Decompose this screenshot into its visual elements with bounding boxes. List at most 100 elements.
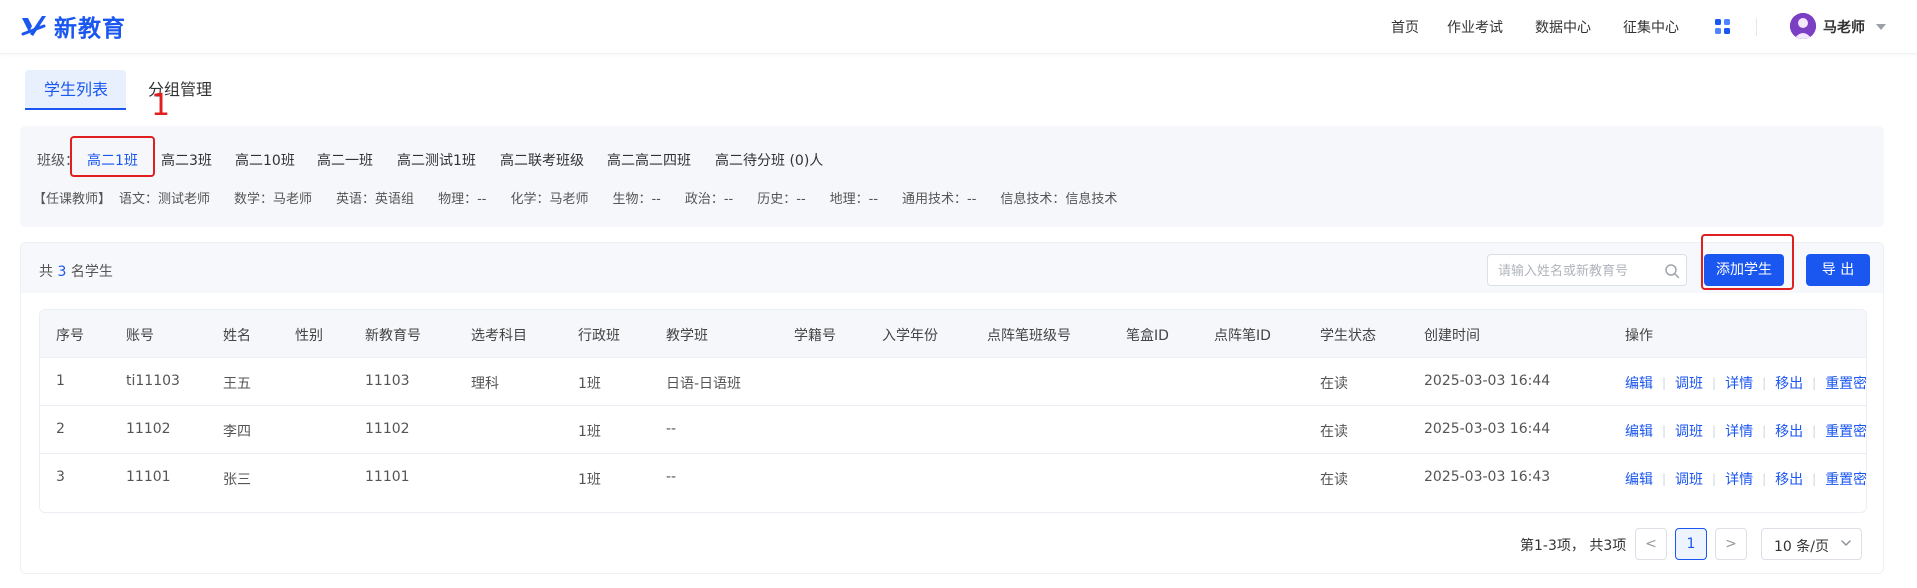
teacher-item: 化学：马老师: [510, 192, 589, 207]
teacher-item: 信息技术：信息技术: [1000, 192, 1118, 207]
class-option[interactable]: 高二10班: [235, 150, 295, 170]
cell-account: ti11103: [126, 373, 180, 389]
cell-name: 张三: [223, 472, 251, 488]
teacher-item: 物理：--: [438, 192, 487, 207]
teacher-item: 生物：--: [612, 192, 661, 207]
column-header: 教学班: [666, 328, 708, 344]
action-separator: |: [1662, 424, 1667, 438]
tab-student-list[interactable]: 学生列表: [25, 70, 126, 110]
search-input[interactable]: [1498, 261, 1658, 281]
user-name[interactable]: 马老师: [1823, 17, 1865, 37]
prev-page-button[interactable]: <: [1635, 528, 1667, 560]
table-row: 1 ti11103 王五 11103 理科 1班 日语-日语班 在读 2025-…: [40, 358, 1866, 406]
action-separator: |: [1762, 376, 1767, 390]
nav-collection-center[interactable]: 征集中心: [1623, 17, 1679, 37]
page-size-select[interactable]: 10 条/页: [1761, 528, 1862, 560]
column-header: 学籍号: [794, 328, 836, 344]
next-page-button[interactable]: >: [1715, 528, 1747, 560]
teacher-item: 通用技术：--: [902, 192, 977, 207]
class-option[interactable]: 高二测试1班: [397, 150, 476, 170]
column-header: 性别: [295, 328, 323, 344]
column-header: 操作: [1625, 328, 1653, 344]
transfer-class-link[interactable]: 调班: [1675, 469, 1703, 489]
apps-grid-icon[interactable]: [1715, 19, 1730, 34]
count-number: 3: [57, 264, 67, 280]
cell-index: 3: [56, 469, 65, 485]
teacher-heading: 【任课教师】: [33, 192, 112, 207]
pagination-total: 第1-3项， 共3项: [1520, 538, 1627, 554]
cell-index: 1: [56, 373, 65, 389]
caret-down-icon[interactable]: [1876, 24, 1886, 30]
class-option[interactable]: 高二高二四班: [607, 150, 691, 170]
cell-name: 王五: [223, 376, 251, 392]
column-header: 序号: [56, 328, 84, 344]
avatar-image-icon: [1790, 13, 1816, 39]
top-nav-bar: 新教育 首页 作业考试 数据中心 征集中心 马老师: [0, 0, 1917, 54]
teacher-list: 【任课教师】 语文：测试老师 数学：马老师 英语：英语组 物理：-- 化学：马老…: [33, 188, 1141, 207]
action-separator: |: [1812, 376, 1817, 390]
column-header: 入学年份: [882, 328, 938, 344]
search-box: [1487, 254, 1687, 286]
nav-home[interactable]: 首页: [1391, 17, 1419, 37]
cell-admin-class: 1班: [578, 472, 601, 488]
nav-homework-exam[interactable]: 作业考试: [1447, 17, 1503, 37]
tab-group-management[interactable]: 分组管理: [129, 70, 231, 110]
cell-edu-no: 11102: [365, 421, 410, 437]
table-header-row: 序号 账号 姓名 性别 新教育号 选考科目 行政班 教学班 学籍号 入学年份 点…: [40, 310, 1866, 358]
avatar[interactable]: [1790, 13, 1816, 39]
cell-admin-class: 1班: [578, 376, 601, 392]
reset-password-link[interactable]: 重置密码: [1825, 421, 1866, 441]
table-row: 2 11102 李四 11102 1班 -- 在读 2025-03-03 16:…: [40, 406, 1866, 454]
edit-link[interactable]: 编辑: [1625, 421, 1653, 441]
page-button-current[interactable]: 1: [1675, 528, 1707, 560]
annotation-number-1: 1: [151, 88, 171, 123]
column-header: 账号: [126, 328, 154, 344]
action-separator: |: [1762, 424, 1767, 438]
logo-icon: [21, 16, 46, 36]
edit-link[interactable]: 编辑: [1625, 373, 1653, 393]
class-option[interactable]: 高二一班: [317, 150, 373, 170]
cell-status: 在读: [1320, 472, 1348, 488]
nav-data-center[interactable]: 数据中心: [1535, 17, 1591, 37]
class-option[interactable]: 高二3班: [161, 150, 212, 170]
nav-divider: [1756, 18, 1757, 36]
cell-edu-no: 11103: [365, 373, 410, 389]
class-option[interactable]: 高二联考班级: [500, 150, 584, 170]
row-actions: 编辑 | 调班 | 详情 | 移出 | 重置密码: [1625, 469, 1866, 489]
cell-teach-class: --: [666, 469, 677, 485]
details-link[interactable]: 详情: [1725, 469, 1753, 489]
search-icon[interactable]: [1664, 263, 1680, 279]
details-link[interactable]: 详情: [1725, 421, 1753, 441]
remove-link[interactable]: 移出: [1775, 421, 1803, 441]
reset-password-link[interactable]: 重置密码: [1825, 469, 1866, 489]
logo-text: 新教育: [54, 16, 126, 42]
student-table: 序号 账号 姓名 性别 新教育号 选考科目 行政班 教学班 学籍号 入学年份 点…: [39, 309, 1867, 513]
logo[interactable]: 新教育: [20, 10, 126, 42]
column-header: 姓名: [223, 328, 251, 344]
transfer-class-link[interactable]: 调班: [1675, 421, 1703, 441]
annotation-highlight-box-2: [1701, 234, 1794, 290]
action-separator: |: [1712, 472, 1717, 486]
action-separator: |: [1712, 376, 1717, 390]
export-button[interactable]: 导 出: [1806, 254, 1870, 286]
edit-link[interactable]: 编辑: [1625, 469, 1653, 489]
action-separator: |: [1812, 472, 1817, 486]
reset-password-link[interactable]: 重置密码: [1825, 373, 1866, 393]
cell-teach-class: 日语-日语班: [666, 376, 742, 392]
cell-created: 2025-03-03 16:44: [1424, 421, 1551, 437]
teacher-item: 政治：--: [684, 192, 734, 207]
column-header: 点阵笔班级号: [987, 328, 1071, 344]
cell-teach-class: --: [666, 421, 677, 437]
count-suffix: 名学生: [70, 264, 113, 280]
row-actions: 编辑 | 调班 | 详情 | 移出 | 重置密码: [1625, 421, 1866, 441]
teacher-item: 历史：--: [757, 192, 806, 207]
details-link[interactable]: 详情: [1725, 373, 1753, 393]
cell-subject: 理科: [471, 376, 499, 392]
cell-status: 在读: [1320, 376, 1348, 392]
transfer-class-link[interactable]: 调班: [1675, 373, 1703, 393]
class-option[interactable]: 高二待分班 (0)人: [715, 150, 823, 170]
cell-account: 11101: [126, 469, 171, 485]
teacher-item: 英语：英语组: [336, 192, 415, 207]
remove-link[interactable]: 移出: [1775, 469, 1803, 489]
remove-link[interactable]: 移出: [1775, 373, 1803, 393]
